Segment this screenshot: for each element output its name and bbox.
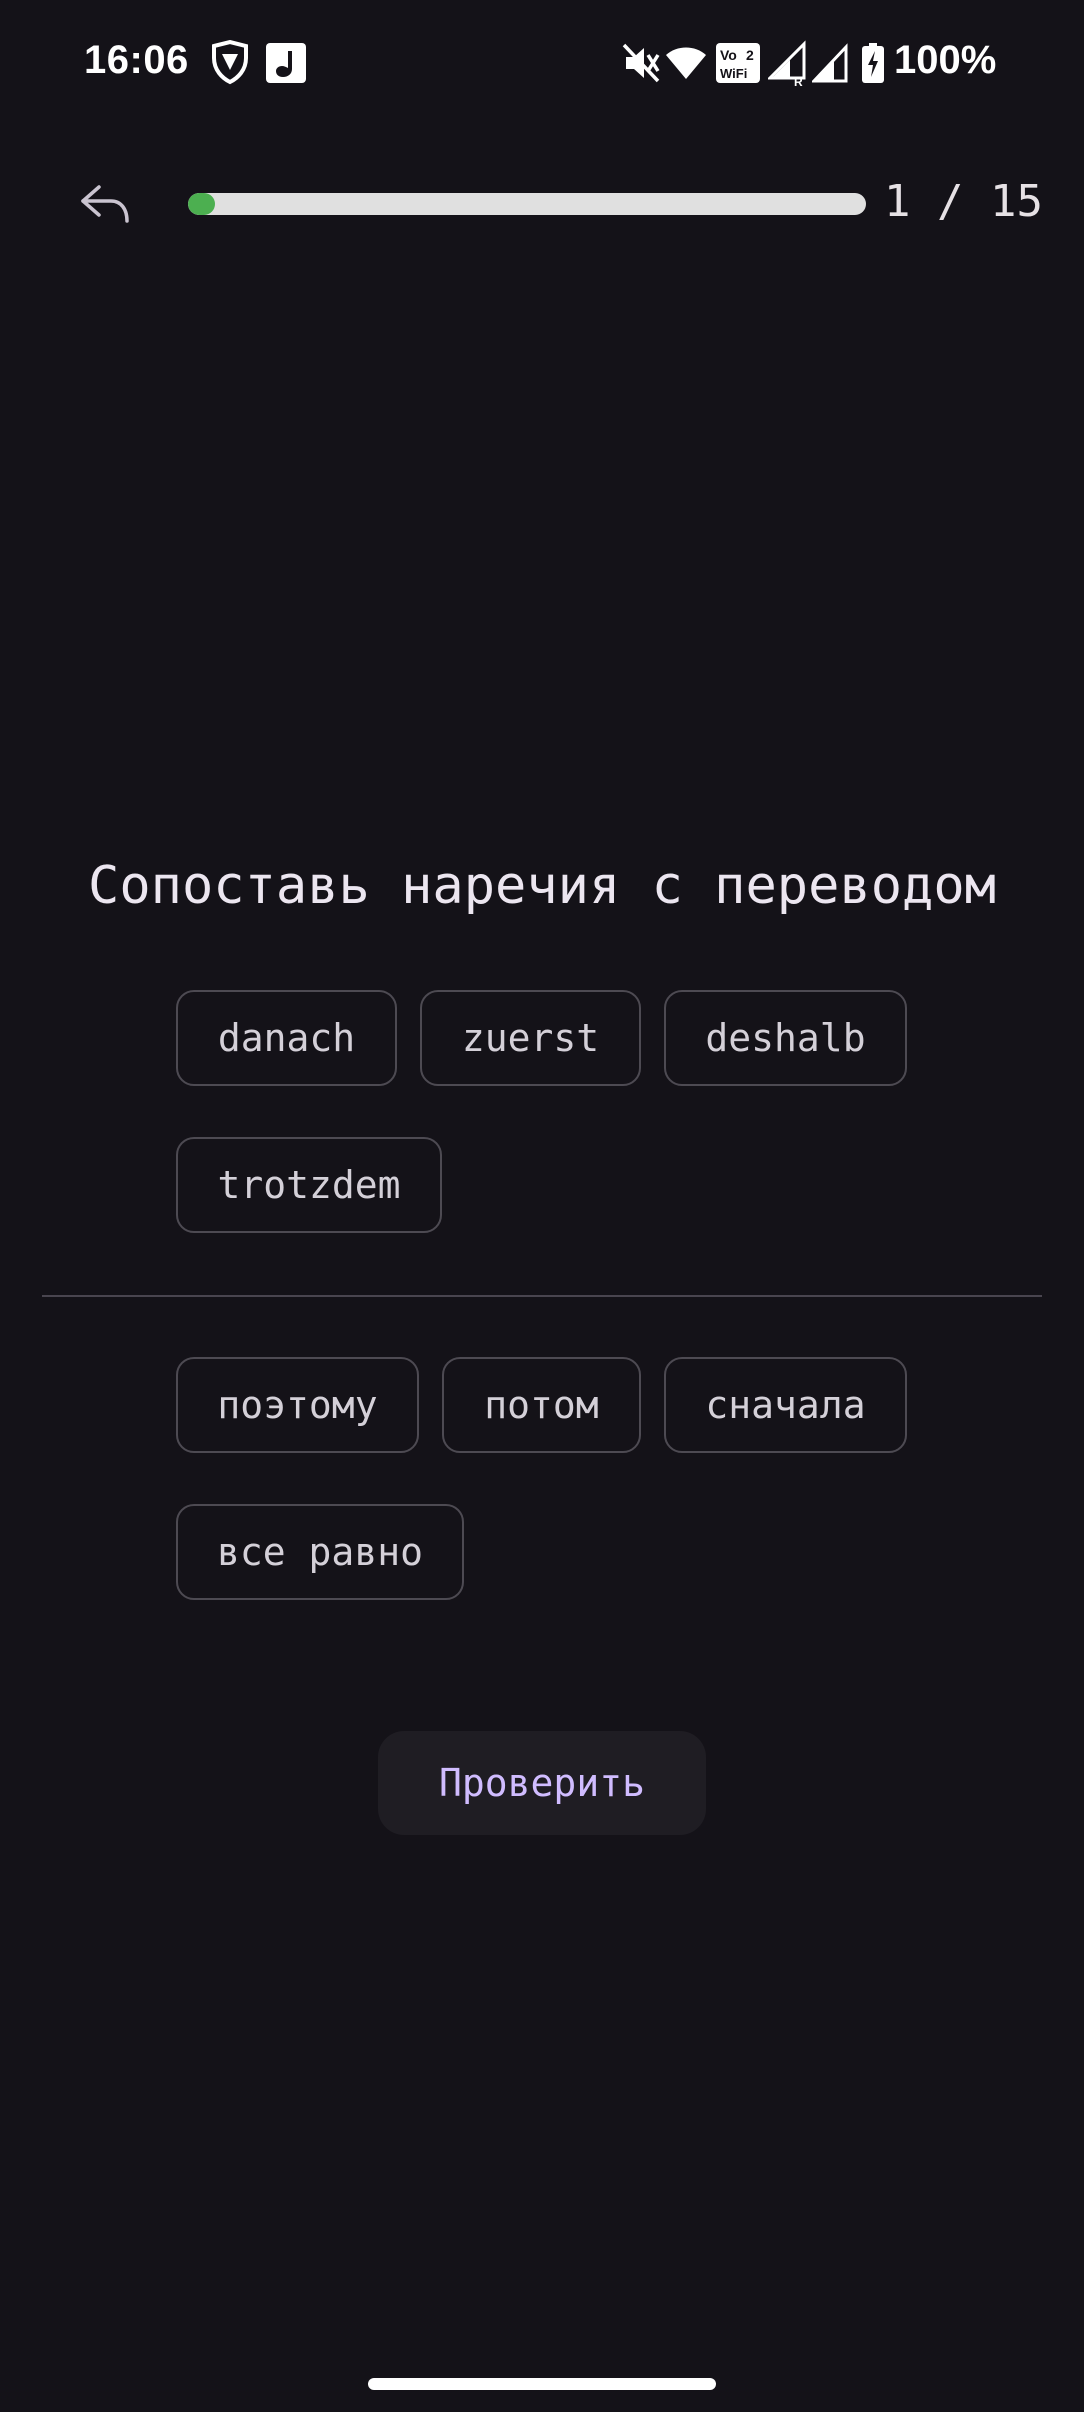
check-button[interactable]: Проверить xyxy=(378,1731,706,1835)
home-indicator[interactable] xyxy=(368,2378,716,2390)
word-chip-russian[interactable]: поэтому xyxy=(176,1357,419,1453)
back-button[interactable] xyxy=(72,172,138,238)
signal-roaming-icon: R xyxy=(768,40,806,86)
word-chip-german[interactable]: danach xyxy=(176,990,397,1086)
vowifi-icon: Vo 2 WiFi xyxy=(716,43,760,83)
progress-label: 1 / 15 xyxy=(884,176,1043,227)
word-chip-german[interactable]: zuerst xyxy=(420,990,641,1086)
signal-icon xyxy=(812,43,848,83)
status-time: 16:06 xyxy=(84,38,189,82)
wifi-icon xyxy=(666,47,706,79)
vpn-shield-icon xyxy=(212,40,248,85)
svg-text:WiFi: WiFi xyxy=(720,66,747,81)
status-bar: 16:06 Vo 2 WiFi R 100% xyxy=(0,0,1084,125)
undo-arrow-icon xyxy=(81,185,129,223)
exercise-title: Сопоставь наречия с переводом xyxy=(88,856,996,916)
word-chip-russian[interactable]: сначала xyxy=(664,1357,907,1453)
mute-icon xyxy=(622,43,660,83)
divider xyxy=(42,1295,1042,1297)
svg-text:R: R xyxy=(794,75,803,86)
word-chip-german[interactable]: trotzdem xyxy=(176,1137,442,1233)
svg-text:Vo: Vo xyxy=(720,47,737,63)
battery-percent: 100% xyxy=(894,38,997,82)
progress-bar xyxy=(188,193,866,215)
word-chip-german[interactable]: deshalb xyxy=(664,990,907,1086)
progress-fill xyxy=(188,193,216,215)
app-notification-icon xyxy=(266,43,306,83)
svg-text:2: 2 xyxy=(746,47,754,63)
word-chip-russian[interactable]: потом xyxy=(442,1357,641,1453)
word-chip-russian[interactable]: все равно xyxy=(176,1504,464,1600)
battery-charging-icon xyxy=(862,43,884,83)
